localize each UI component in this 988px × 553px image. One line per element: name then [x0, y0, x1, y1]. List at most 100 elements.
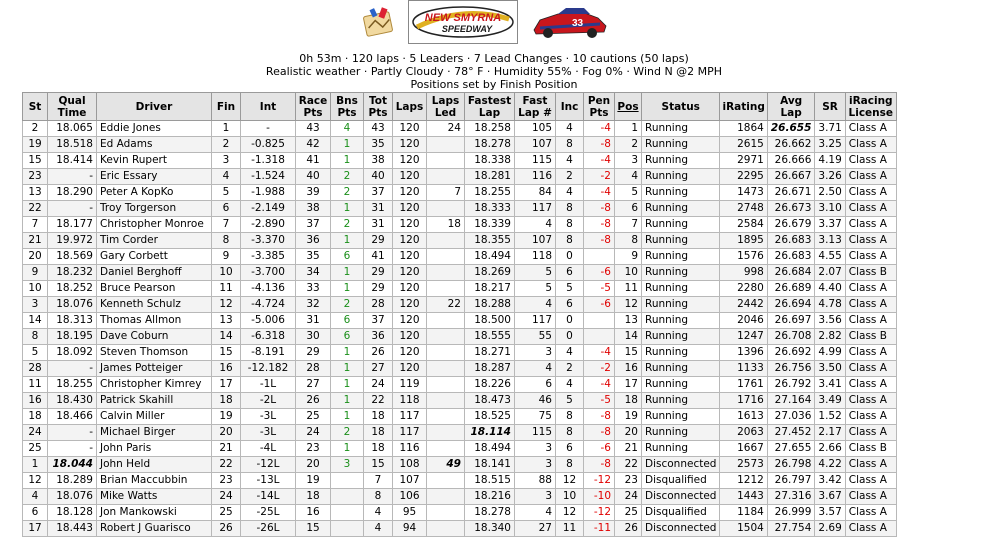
cell-incidents: 6	[555, 296, 584, 313]
cell-finish: 8	[211, 232, 241, 249]
cell-safety-rating: 3.42	[814, 472, 846, 489]
cell-total-pts: 37	[363, 184, 393, 201]
cell-laps-led	[426, 472, 465, 489]
cell-start: 12	[22, 472, 48, 489]
cell-license: Class A	[844, 184, 897, 201]
cell-finish: 2	[211, 136, 241, 153]
cell-license: Class A	[844, 520, 897, 537]
cell-driver: Ed Adams	[96, 136, 212, 153]
cell-laps-led: 18	[426, 216, 465, 233]
cell-safety-rating: 2.69	[814, 520, 846, 537]
cell-position: 14	[614, 328, 642, 345]
cell-pen-pts: -4	[583, 120, 615, 137]
cell-pen-pts: -8	[583, 408, 615, 425]
cell-driver: Christopher Monroe	[96, 216, 212, 233]
cell-fast-lap-num: 5	[514, 280, 556, 297]
cell-fastest-lap: 18.287	[464, 360, 515, 377]
cell-incidents: 4	[555, 376, 584, 393]
col-fast-lap-num: Fast Lap #	[514, 92, 556, 121]
cell-laps: 120	[392, 168, 427, 185]
cell-finish: 12	[211, 296, 241, 313]
cell-status: Running	[640, 328, 721, 345]
cell-interval: -25L	[240, 504, 296, 521]
table-row: 5 18.092 Steven Thomson 15 -8.191 29 1 26 120 18.…	[22, 344, 897, 361]
cell-position: 13	[614, 312, 642, 329]
cell-interval: -12L	[240, 456, 296, 473]
cell-laps: 120	[392, 248, 427, 265]
cell-total-pts: 4	[363, 504, 393, 521]
cell-start: 7	[22, 216, 48, 233]
cell-fastest-lap: 18.338	[464, 152, 515, 169]
cell-avg-lap: 26.792	[766, 376, 816, 393]
cell-race-pts: 43	[295, 120, 331, 137]
cell-fast-lap-num: 117	[514, 312, 556, 329]
cell-incidents: 5	[555, 280, 584, 297]
col-license: iRacing License	[844, 92, 897, 121]
cell-laps-led	[426, 232, 465, 249]
cell-pen-pts: -4	[583, 376, 615, 393]
cell-status: Running	[640, 280, 721, 297]
cell-total-pts: 24	[363, 376, 393, 393]
cell-pen-pts: -2	[583, 360, 615, 377]
cell-interval: -3L	[240, 408, 296, 425]
col-interval: Int	[240, 92, 296, 121]
col-driver: Driver	[96, 92, 212, 121]
cell-position: 9	[614, 248, 642, 265]
cell-position: 23	[614, 472, 642, 489]
cell-position: 19	[614, 408, 642, 425]
cell-incidents: 4	[555, 184, 584, 201]
cell-laps: 107	[392, 472, 427, 489]
cell-incidents: 5	[555, 392, 584, 409]
cell-finish: 21	[211, 440, 241, 457]
cell-laps: 119	[392, 376, 427, 393]
cell-incidents: 12	[555, 472, 584, 489]
table-row: 12 18.289 Brian Maccubbin 23 -13L 19 7 107 18.51…	[22, 472, 897, 489]
table-row: 21 19.972 Tim Corder 8 -3.370 36 1 29 120 18.355 1…	[22, 232, 897, 249]
cell-pen-pts	[583, 328, 615, 345]
cell-pen-pts: -8	[583, 136, 615, 153]
cell-fast-lap-num: 55	[514, 328, 556, 345]
cell-safety-rating: 4.40	[814, 280, 846, 297]
cell-fastest-lap: 18.217	[464, 280, 515, 297]
table-row: 17 18.443 Robert J Guarisco 26 -26L 15 4 94 18.3…	[22, 520, 897, 537]
cell-fast-lap-num: 115	[514, 424, 556, 441]
cell-laps: 120	[392, 136, 427, 153]
cell-finish: 24	[211, 488, 241, 505]
cell-irating: 1716	[719, 392, 768, 409]
cell-fastest-lap: 18.288	[464, 296, 515, 313]
cell-laps-led	[426, 440, 465, 457]
cell-finish: 4	[211, 168, 241, 185]
cell-avg-lap: 27.452	[766, 424, 816, 441]
cell-laps: 120	[392, 200, 427, 217]
cell-race-pts: 39	[295, 184, 331, 201]
cell-status: Running	[640, 296, 721, 313]
cell-start: 5	[22, 344, 48, 361]
cell-qual-time: -	[47, 200, 97, 217]
cell-license: Class A	[844, 296, 897, 313]
cell-license: Class A	[844, 168, 897, 185]
cell-start: 16	[22, 392, 48, 409]
cell-license: Class A	[844, 152, 897, 169]
cell-laps: 120	[392, 280, 427, 297]
cell-laps: 120	[392, 328, 427, 345]
cell-driver: John Held	[96, 456, 212, 473]
pos-sort-link[interactable]: Pos	[617, 101, 638, 113]
cell-laps-led	[426, 392, 465, 409]
table-row: 4 18.076 Mike Watts 24 -14L 18 8 106 18.216 3 10 -1…	[22, 488, 897, 505]
cell-status: Running	[640, 440, 721, 457]
cell-incidents: 6	[555, 264, 584, 281]
cell-bonus-pts	[330, 504, 364, 521]
cell-license: Class A	[844, 280, 897, 297]
cell-pen-pts: -12	[583, 472, 615, 489]
cell-qual-time: 18.569	[47, 248, 97, 265]
cell-avg-lap: 27.036	[766, 408, 816, 425]
col-position[interactable]: Pos	[614, 92, 642, 121]
cell-laps: 120	[392, 264, 427, 281]
car-number: 33	[572, 18, 584, 29]
cell-start: 24	[22, 424, 48, 441]
cell-laps-led: 24	[426, 120, 465, 137]
cell-qual-time: 18.076	[47, 296, 97, 313]
col-bonus-pts: Bns Pts	[330, 92, 364, 121]
cell-interval: -12.182	[240, 360, 296, 377]
cell-qual-time: -	[47, 440, 97, 457]
